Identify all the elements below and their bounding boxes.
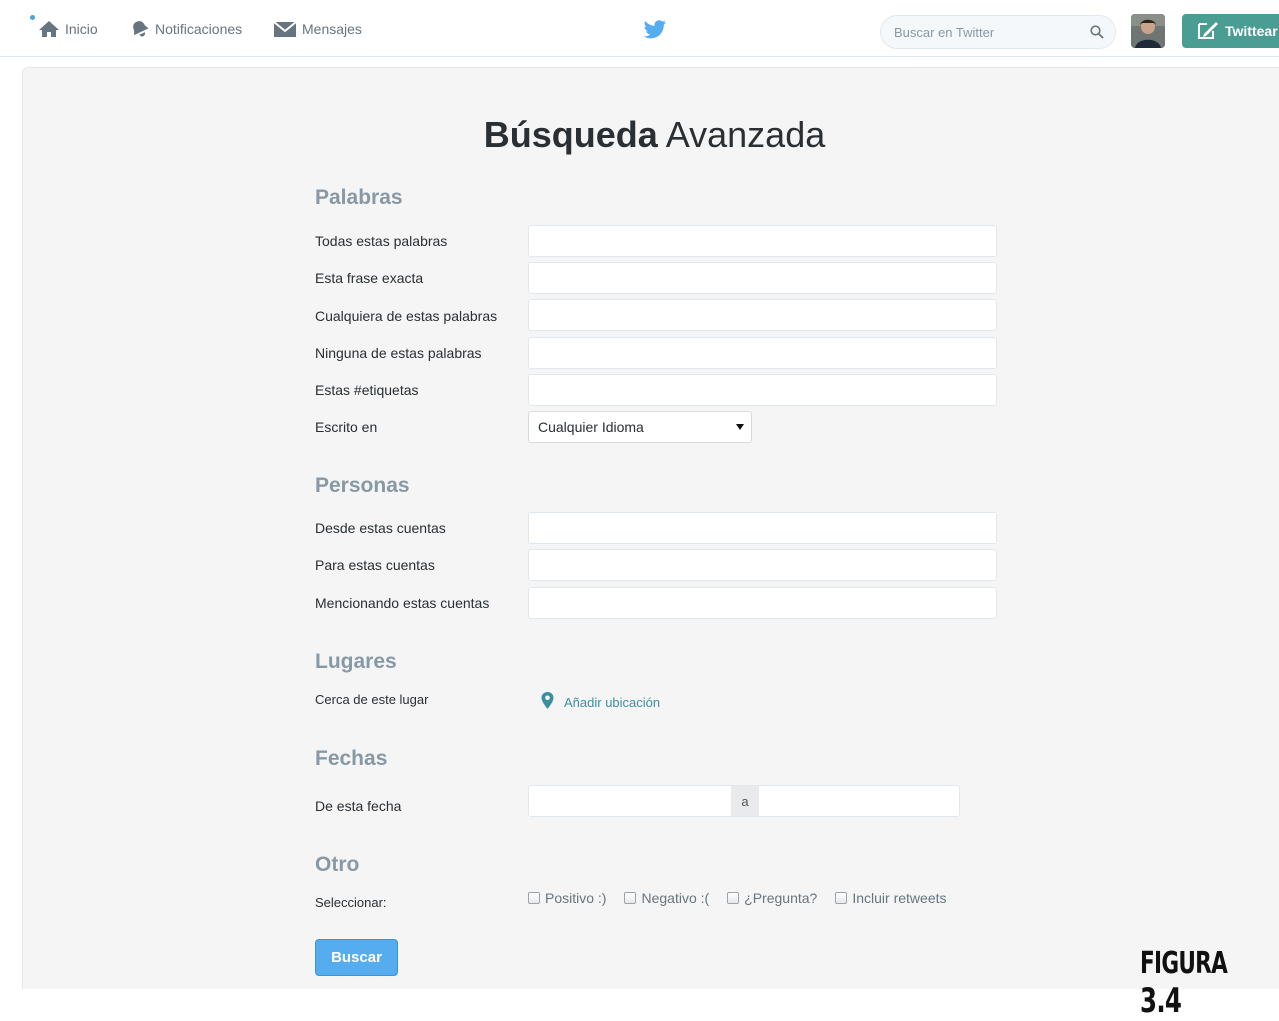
nav-home-label: Inicio: [65, 20, 98, 37]
label-near-place: Cerca de este lugar: [315, 692, 429, 707]
checkbox-negative-label: Negativo :(: [641, 890, 710, 906]
section-heading-places: Lugares: [315, 650, 397, 673]
all-words-input[interactable]: [528, 225, 997, 257]
nav-home[interactable]: Inicio: [38, 0, 98, 57]
add-location-link[interactable]: Añadir ubicación: [541, 692, 660, 712]
language-select-value: Cualquier Idioma: [538, 419, 644, 435]
label-from-date: De esta fecha: [315, 798, 402, 814]
label-hashtags: Estas #etiquetas: [315, 382, 419, 398]
section-heading-dates: Fechas: [315, 747, 388, 770]
exact-phrase-input[interactable]: [528, 262, 997, 294]
section-heading-words: Palabras: [315, 186, 403, 209]
compose-icon: [1197, 21, 1219, 42]
search-box: [880, 15, 1116, 49]
nav-messages[interactable]: Mensajes: [273, 0, 362, 57]
nav-messages-label: Mensajes: [302, 20, 362, 37]
checkbox-negative[interactable]: Negativo :(: [624, 890, 709, 906]
mentioning-accounts-input[interactable]: [528, 587, 997, 619]
checkbox-retweets[interactable]: Incluir retweets: [835, 890, 947, 906]
hashtags-input[interactable]: [528, 374, 997, 406]
top-navigation-bar: Inicio Notificaciones Mensajes Buscar en…: [0, 0, 1279, 57]
none-words-input[interactable]: [528, 337, 997, 369]
to-accounts-input[interactable]: [528, 549, 997, 581]
label-select: Seleccionar:: [315, 895, 387, 910]
bell-icon: [130, 20, 150, 38]
section-heading-other: Otro: [315, 853, 360, 876]
since-date-input[interactable]: [529, 786, 731, 816]
checkbox-positive-box[interactable]: [528, 892, 540, 904]
checkbox-retweets-box[interactable]: [835, 892, 848, 904]
tweet-button[interactable]: Twittear: [1182, 14, 1279, 48]
label-none-words: Ninguna de estas palabras: [315, 345, 482, 361]
checkbox-negative-box[interactable]: [624, 892, 637, 904]
date-range-group: a: [528, 785, 960, 817]
date-range-separator: a: [731, 786, 759, 816]
label-any-words: Cualquiera de estas palabras: [315, 308, 498, 324]
avatar[interactable]: [1131, 14, 1165, 48]
from-accounts-input[interactable]: [528, 512, 997, 544]
language-select[interactable]: Cualquier Idioma: [528, 411, 752, 443]
twitter-bird-icon[interactable]: [643, 20, 667, 45]
chevron-down-icon: [736, 424, 744, 430]
nav-notifications[interactable]: Notificaciones: [130, 0, 242, 57]
filter-checkboxes: Positivo :) Negativo :( ¿Pregunta? Inclu…: [528, 889, 947, 907]
page-title-rest: Avanzada: [665, 114, 826, 155]
add-location-label: Añadir ubicación: [564, 694, 661, 710]
search-input[interactable]: [894, 16, 1084, 48]
label-mentioning-accounts: Mencionando estas cuentas: [315, 595, 490, 611]
label-language: Escrito en: [315, 419, 378, 435]
page-title: Búsqueda Avanzada: [0, 114, 1279, 156]
figure-caption-word: Figura: [1140, 946, 1228, 981]
checkbox-positive-label: Positivo :): [545, 890, 607, 906]
figure-caption: Figura 3.4: [1140, 946, 1240, 1021]
envelope-icon: [273, 20, 297, 38]
label-to-accounts: Para estas cuentas: [315, 557, 435, 573]
checkbox-retweets-label: Incluir retweets: [852, 890, 947, 906]
until-date-input[interactable]: [759, 786, 959, 816]
home-icon: [38, 20, 60, 38]
page-title-bold: Búsqueda: [483, 114, 658, 155]
figure-caption-number: 3.4: [1140, 981, 1182, 1021]
label-exact-phrase: Esta frase exacta: [315, 270, 424, 286]
section-heading-people: Personas: [315, 474, 410, 497]
new-activity-dot: [30, 15, 35, 20]
search-button[interactable]: Buscar: [315, 939, 398, 976]
label-from-accounts: Desde estas cuentas: [315, 520, 446, 536]
checkbox-question-box[interactable]: [727, 892, 740, 904]
checkbox-question[interactable]: ¿Pregunta?: [727, 890, 817, 906]
search-icon[interactable]: [1090, 25, 1104, 44]
nav-notifications-label: Notificaciones: [155, 20, 243, 37]
label-all-words: Todas estas palabras: [315, 233, 448, 249]
tweet-button-label: Twittear: [1225, 23, 1278, 39]
location-pin-icon: [541, 692, 554, 712]
any-words-input[interactable]: [528, 299, 997, 331]
checkbox-positive[interactable]: Positivo :): [528, 890, 606, 906]
checkbox-question-label: ¿Pregunta?: [744, 890, 818, 906]
